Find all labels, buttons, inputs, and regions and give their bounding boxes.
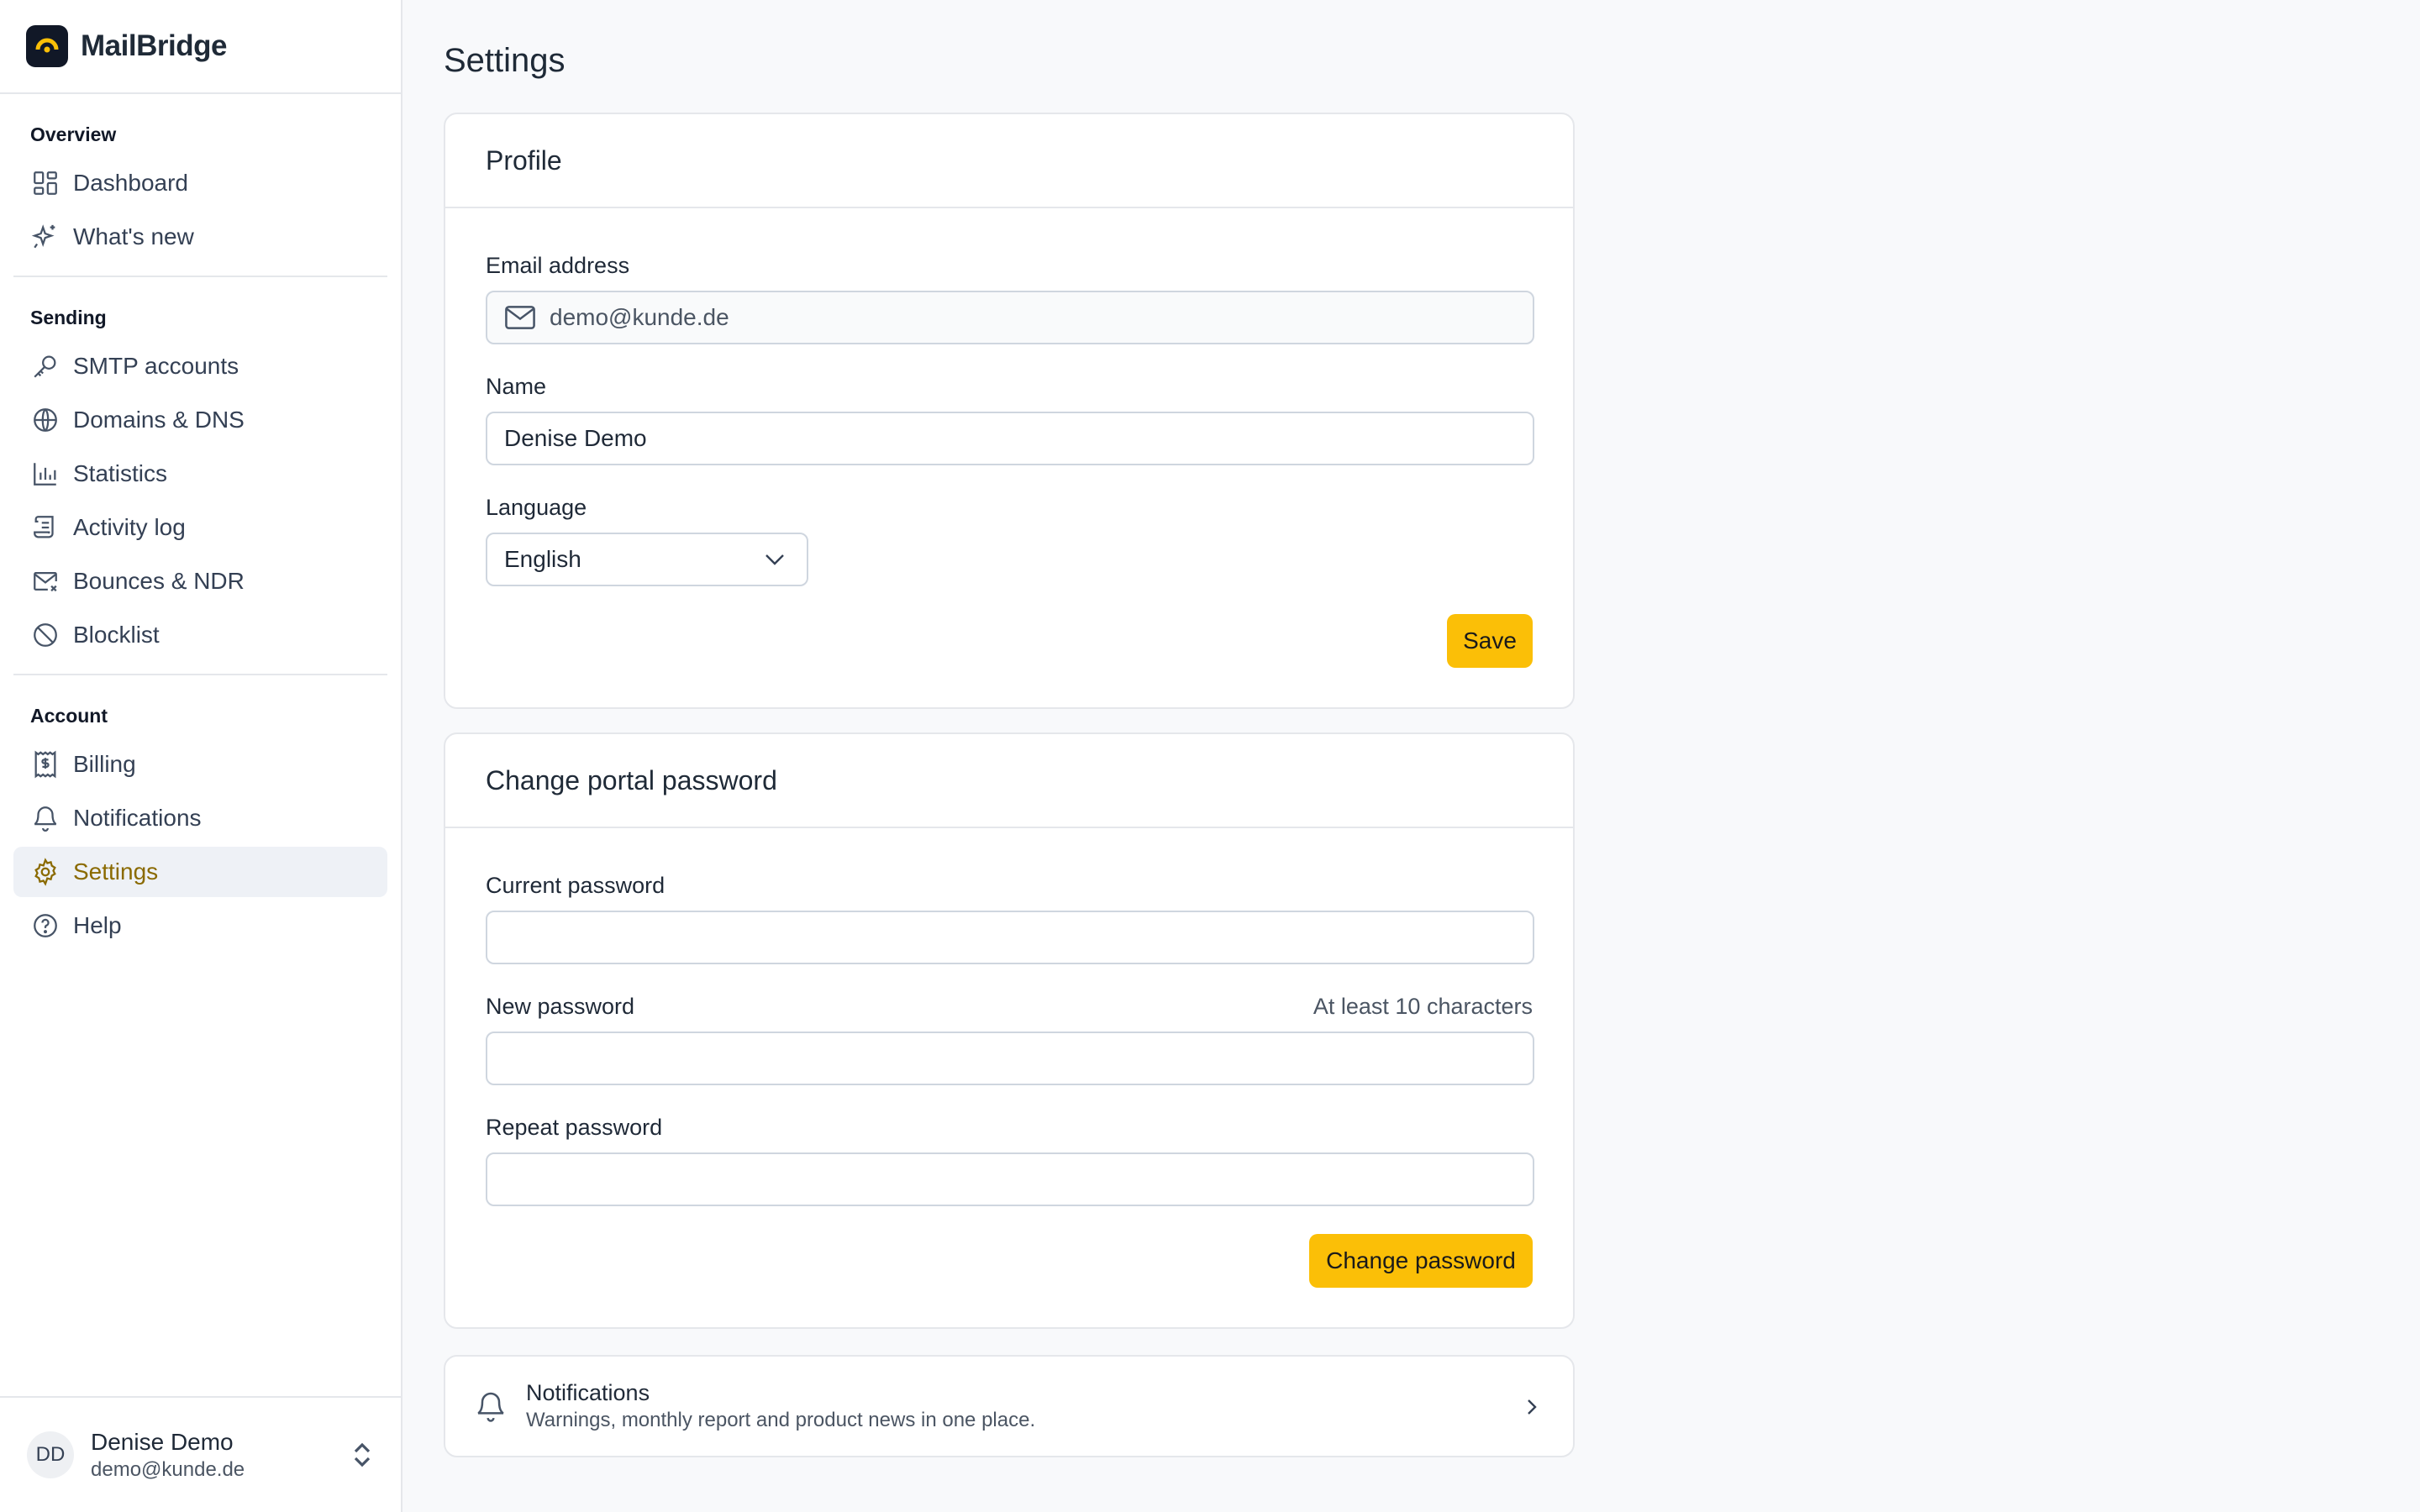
notifications-card-text: Notifications Warnings, monthly report a… xyxy=(526,1378,1035,1434)
current-password-field[interactable] xyxy=(486,911,1534,964)
repeat-password-input[interactable] xyxy=(504,1154,1533,1205)
current-password-input[interactable] xyxy=(504,912,1533,963)
sidebar-item-label: Bounces & NDR xyxy=(73,568,245,594)
change-password-card: Change portal password Current password … xyxy=(444,732,1575,1329)
gear-icon xyxy=(30,857,60,887)
sidebar-item-label: What's new xyxy=(73,223,194,249)
repeat-password-label: Repeat password xyxy=(486,1115,663,1140)
sidebar-item-statistics[interactable]: Statistics xyxy=(13,449,387,499)
sparkles-icon xyxy=(30,222,60,252)
save-button[interactable]: Save xyxy=(1447,614,1533,668)
sidebar-item-label: Blocklist xyxy=(73,622,160,648)
mail-icon xyxy=(504,305,536,330)
bar-chart-icon xyxy=(30,459,60,489)
section-title: Account xyxy=(30,705,108,727)
scroll-icon xyxy=(30,512,60,543)
sidebar-item-label: Notifications xyxy=(73,805,202,831)
profile-card: Profile Email address demo@kunde.de Name… xyxy=(444,113,1575,709)
sidebar-item-label: Domains & DNS xyxy=(73,407,245,433)
sidebar-item-whats-new[interactable]: What's new xyxy=(13,212,387,262)
notifications-link-card[interactable]: Notifications Warnings, monthly report a… xyxy=(444,1355,1575,1457)
language-select[interactable]: English xyxy=(486,533,808,586)
notifications-card-title: Notifications xyxy=(526,1380,650,1405)
email-field: demo@kunde.de xyxy=(486,291,1534,344)
sidebar-item-label: Billing xyxy=(73,751,136,777)
globe-icon xyxy=(30,405,60,435)
sidebar-item-label: Help xyxy=(73,912,122,938)
section-title: Overview xyxy=(30,123,117,145)
language-value: English xyxy=(504,546,581,572)
section-title: Sending xyxy=(30,307,107,328)
dashboard-icon xyxy=(30,168,60,198)
card-title: Profile xyxy=(445,114,1573,208)
nav-section-overview: Overview Dashboard What's new xyxy=(13,94,387,277)
sidebar-item-help[interactable]: Help xyxy=(13,900,387,951)
brand[interactable]: MailBridge xyxy=(0,0,401,94)
name-field[interactable] xyxy=(486,412,1534,465)
sidebar-item-label: Activity log xyxy=(73,514,186,540)
notifications-card-description: Warnings, monthly report and product new… xyxy=(526,1409,1036,1431)
current-password-label: Current password xyxy=(486,873,666,898)
language-label: Language xyxy=(486,495,587,520)
user-name: Denise Demo xyxy=(91,1429,234,1455)
sidebar-item-settings[interactable]: Settings xyxy=(13,847,387,897)
sidebar-item-dashboard[interactable]: Dashboard xyxy=(13,158,387,208)
user-menu[interactable]: DD Denise Demo demo@kunde.de xyxy=(0,1396,401,1512)
mailbridge-logo-icon xyxy=(26,25,68,67)
chevron-down-icon xyxy=(763,552,786,567)
sidebar-item-notifications[interactable]: Notifications xyxy=(13,793,387,843)
nav-section-account: Account Billing Notifications Settings H… xyxy=(13,675,387,964)
user-email: demo@kunde.de xyxy=(91,1458,245,1481)
sidebar-item-billing[interactable]: Billing xyxy=(13,739,387,790)
email-label: Email address xyxy=(486,253,630,278)
avatar: DD xyxy=(27,1431,74,1478)
ban-icon xyxy=(30,620,60,650)
sidebar: MailBridge Overview Dashboard What's new… xyxy=(0,0,402,1512)
sidebar-item-label: Settings xyxy=(73,858,159,885)
repeat-password-field[interactable] xyxy=(486,1152,1534,1206)
user-info: Denise Demo demo@kunde.de xyxy=(91,1427,245,1483)
receipt-icon xyxy=(30,749,60,780)
page-title: Settings xyxy=(444,42,566,79)
card-title: Change portal password xyxy=(445,734,1573,828)
bell-icon xyxy=(30,803,60,833)
bell-icon xyxy=(474,1389,508,1423)
app-name: MailBridge xyxy=(81,29,227,62)
sidebar-item-label: SMTP accounts xyxy=(73,353,239,379)
password-hint: At least 10 characters xyxy=(1313,994,1533,1019)
help-circle-icon xyxy=(30,911,60,941)
chevrons-up-down-icon[interactable] xyxy=(350,1440,374,1474)
sidebar-item-activity-log[interactable]: Activity log xyxy=(13,502,387,553)
new-password-label: New password xyxy=(486,994,635,1019)
sidebar-item-bounces-ndr[interactable]: Bounces & NDR xyxy=(13,556,387,606)
sidebar-item-label: Dashboard xyxy=(73,170,188,196)
sidebar-item-smtp-accounts[interactable]: SMTP accounts xyxy=(13,341,387,391)
change-password-button[interactable]: Change password xyxy=(1309,1234,1533,1288)
new-password-input[interactable] xyxy=(504,1033,1533,1084)
nav-section-sending: Sending SMTP accounts Domains & DNS Stat… xyxy=(13,277,387,675)
new-password-field[interactable] xyxy=(486,1032,1534,1085)
mail-x-icon xyxy=(30,566,60,596)
sidebar-item-domains-dns[interactable]: Domains & DNS xyxy=(13,395,387,445)
sidebar-item-blocklist[interactable]: Blocklist xyxy=(13,610,387,660)
chevron-right-icon xyxy=(1524,1395,1539,1419)
name-input[interactable] xyxy=(504,413,1533,464)
key-icon xyxy=(30,351,60,381)
sidebar-item-label: Statistics xyxy=(73,460,168,486)
email-value: demo@kunde.de xyxy=(550,304,729,330)
name-label: Name xyxy=(486,374,547,399)
